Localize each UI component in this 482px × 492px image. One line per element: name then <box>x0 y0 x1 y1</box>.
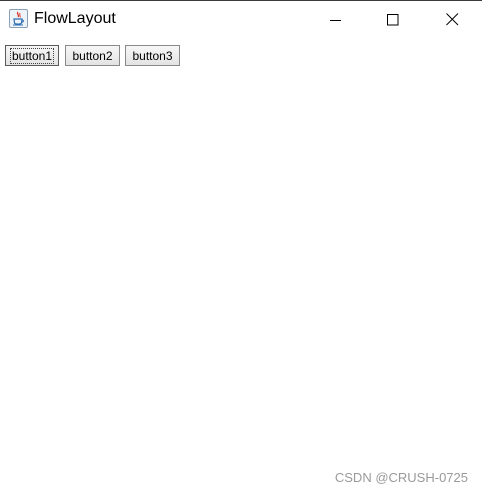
close-button[interactable] <box>429 1 475 38</box>
close-icon <box>445 13 458 26</box>
content-pane: button1 button2 button3 CSDN @CRUSH-0725 <box>0 38 482 492</box>
minimize-icon <box>330 19 341 21</box>
app-window: FlowLayout button1 button2 button3 CSDN … <box>0 0 482 492</box>
minimize-button[interactable] <box>313 1 359 38</box>
maximize-button[interactable] <box>370 1 416 38</box>
button1-label: button1 <box>9 47 55 64</box>
button3-label: button3 <box>132 48 173 63</box>
maximize-icon <box>387 13 399 25</box>
button3[interactable]: button3 <box>125 45 180 66</box>
button1[interactable]: button1 <box>5 45 59 66</box>
watermark: CSDN @CRUSH-0725 <box>334 470 468 485</box>
button2-label: button2 <box>72 48 113 63</box>
button2[interactable]: button2 <box>65 45 120 66</box>
title-bar[interactable]: FlowLayout <box>0 1 482 38</box>
window-title: FlowLayout <box>34 10 116 27</box>
java-icon[interactable] <box>9 9 28 28</box>
